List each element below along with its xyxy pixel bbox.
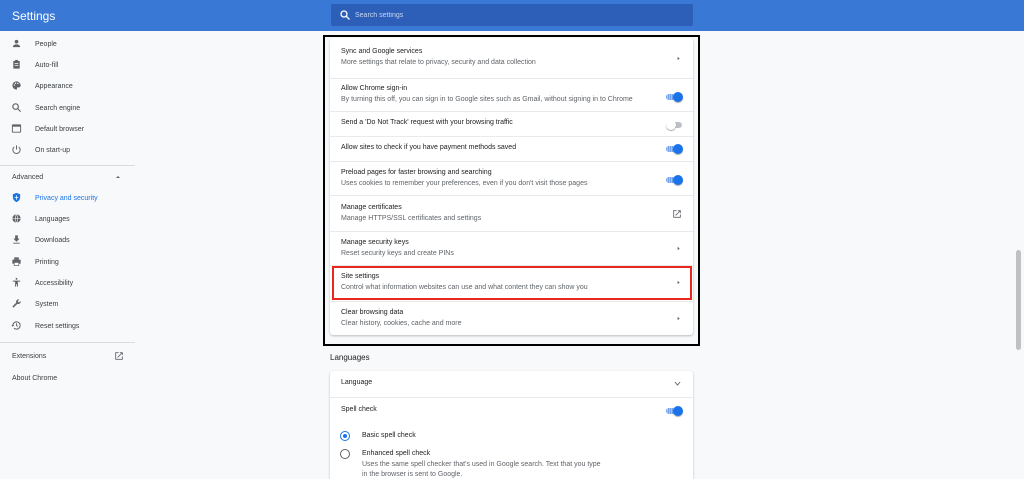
scrollbar-thumb[interactable]: [1016, 250, 1021, 350]
sidebar-item-search-engine[interactable]: Search engine: [0, 98, 135, 118]
sidebar-item-appearance[interactable]: Appearance: [0, 76, 135, 96]
sidebar-divider: [0, 165, 135, 166]
sidebar-item-printing[interactable]: Printing: [0, 252, 135, 272]
top-bar: Settings: [0, 0, 1024, 31]
sidebar-item-label: Privacy and security: [35, 194, 98, 202]
wrench-icon: [12, 299, 21, 308]
globe-icon: [12, 214, 21, 223]
sidebar-item-languages[interactable]: Languages: [0, 209, 135, 229]
page-title: Settings: [12, 9, 56, 23]
enhanced-spell-check-label: Enhanced spell check: [362, 450, 431, 457]
chevron-up-icon: [116, 176, 120, 178]
spell-check-toggle[interactable]: [666, 406, 683, 416]
printer-icon: [12, 257, 21, 266]
language-row[interactable]: Language: [330, 371, 693, 395]
sidebar-item-autofill[interactable]: Auto-fill: [0, 55, 135, 75]
power-icon: [12, 145, 21, 155]
sidebar-item-reset-settings[interactable]: Reset settings: [0, 316, 135, 336]
enhanced-spell-check-desc: in the browser is sent to Google.: [362, 471, 463, 478]
sidebar-item-label: Reset settings: [35, 322, 80, 330]
sidebar-item-label: On start-up: [35, 146, 71, 154]
sidebar-item-system[interactable]: System: [0, 294, 135, 314]
sidebar-item-downloads[interactable]: Downloads: [0, 230, 135, 250]
external-link-icon: [115, 352, 123, 360]
sidebar-item-label: Default browser: [35, 125, 85, 133]
sidebar-item-label: System: [35, 300, 59, 308]
chevron-down-icon: [674, 381, 681, 386]
basic-spell-check-label: Basic spell check: [362, 432, 416, 439]
search-icon: [12, 103, 22, 113]
sidebar: People Auto-fill Appearance Search engin…: [0, 31, 135, 479]
enhanced-spell-check-radio[interactable]: [340, 449, 350, 459]
sidebar-item-on-startup[interactable]: On start-up: [0, 140, 135, 160]
enhanced-spell-check-desc: Uses the same spell checker that's used …: [362, 461, 601, 468]
sidebar-item-label: Extensions: [12, 352, 47, 360]
languages-section-title: Languages: [330, 353, 370, 362]
annotation-outline-red: [332, 266, 692, 300]
sidebar-advanced-toggle[interactable]: Advanced: [0, 167, 135, 187]
sidebar-item-label: Appearance: [35, 82, 73, 90]
sidebar-item-extensions[interactable]: Extensions: [0, 346, 135, 366]
sidebar-item-label: People: [35, 40, 57, 48]
sidebar-item-label: Printing: [35, 258, 59, 266]
clipboard-icon: [13, 59, 20, 69]
palette-icon: [12, 81, 21, 90]
sidebar-item-privacy-security[interactable]: Privacy and security: [0, 188, 135, 208]
basic-spell-check-radio[interactable]: [340, 431, 350, 441]
browser-window-icon: [11, 124, 22, 133]
sidebar-advanced-label: Advanced: [12, 173, 44, 181]
download-icon: [13, 235, 20, 244]
sidebar-item-label: Search engine: [35, 104, 81, 112]
search-box[interactable]: [331, 4, 693, 26]
sidebar-item-default-browser[interactable]: Default browser: [0, 119, 135, 139]
shield-icon: [12, 192, 21, 203]
search-icon: [340, 10, 350, 20]
sidebar-divider: [0, 342, 135, 343]
sidebar-item-label: Languages: [35, 215, 70, 223]
row-title: Spell check: [341, 406, 377, 413]
sidebar-item-label: Downloads: [35, 236, 70, 244]
sidebar-item-accessibility[interactable]: Accessibility: [0, 273, 135, 293]
spell-check-row: Spell check: [330, 398, 693, 424]
accessibility-icon: [12, 277, 21, 287]
search-input[interactable]: [355, 7, 685, 23]
history-icon: [11, 321, 21, 330]
sidebar-item-about-chrome[interactable]: About Chrome: [0, 368, 135, 388]
sidebar-item-people[interactable]: People: [0, 34, 135, 54]
person-icon: [12, 39, 21, 48]
sidebar-item-label: Accessibility: [35, 279, 74, 287]
sidebar-item-label: Auto-fill: [35, 61, 59, 69]
sidebar-item-label: About Chrome: [12, 374, 58, 382]
row-title: Language: [341, 379, 373, 386]
